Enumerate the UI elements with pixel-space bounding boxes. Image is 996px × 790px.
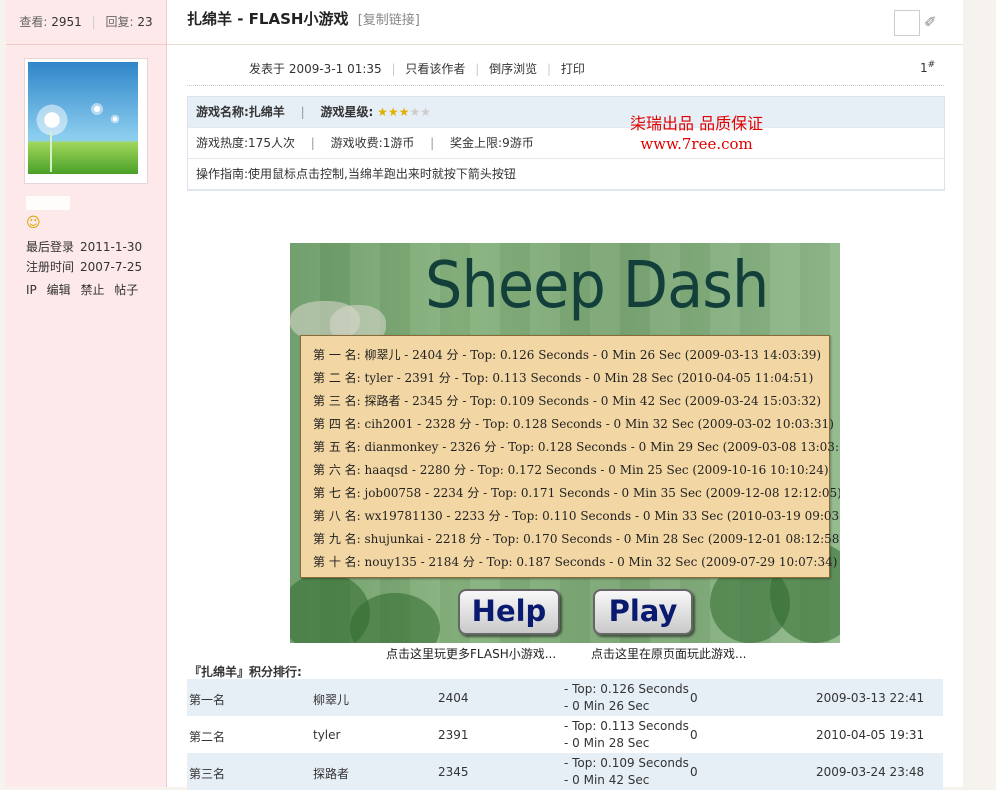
leaderboard: 第 一 名: 柳翠儿 - 2404 分 - Top: 0.126 Seconds… bbox=[300, 335, 840, 578]
divider bbox=[187, 85, 944, 86]
leaderboard-entry: 第 三 名: 探路者 - 2345 分 - Top: 0.109 Seconds… bbox=[313, 394, 822, 408]
divider bbox=[167, 44, 963, 45]
game-heat: 游戏热度:175人次 bbox=[196, 136, 295, 150]
ranking-table: 第一名 柳翠儿 2404 - Top: 0.126 Seconds - 0 Min… bbox=[187, 679, 943, 790]
subscribe-checkbox[interactable] bbox=[894, 10, 920, 36]
more-games-link[interactable]: 点击这里玩更多FLASH小游戏... bbox=[386, 645, 556, 662]
game-info-row: 游戏名称:扎绵羊 | 游戏星级: ★★★★★ bbox=[188, 97, 944, 128]
game-info-table: 游戏名称:扎绵羊 | 游戏星级: ★★★★★ 游戏热度:175人次 | 游戏收费… bbox=[187, 96, 945, 191]
leaderboard-entry: 第 二 名: tyler - 2391 分 - Top: 0.113 Secon… bbox=[313, 371, 814, 385]
rating-stars: ★★★★★ bbox=[377, 105, 431, 119]
table-row: 第一名 柳翠儿 2404 - Top: 0.126 Seconds - 0 Min… bbox=[187, 679, 943, 716]
leaderboard-entry: 第 七 名: job00758 - 2234 分 - Top: 0.171 Se… bbox=[313, 486, 840, 500]
reverse-order-link[interactable]: 倒序浏览 bbox=[489, 62, 537, 76]
star-icon: ★ bbox=[398, 105, 410, 119]
table-row: 第二名 tyler 2391 - Top: 0.113 Seconds - 0 M… bbox=[187, 716, 943, 753]
leaderboard-entry: 第 九 名: shujunkai - 2218 分 - Top: 0.170 S… bbox=[313, 532, 840, 546]
game-fee: 游戏收费:1游币 bbox=[330, 136, 415, 150]
flash-game[interactable]: Sheep Dash 第 一 名: 柳翠儿 - 2404 分 - Top: 0.… bbox=[290, 243, 840, 643]
user-sidebar: 查看: 2951 | 回复: 23 ☺ 最后登录 2011-1-30 注册时间 20… bbox=[6, 0, 167, 787]
replies-count: 23 bbox=[137, 15, 153, 29]
rank-place: 第一名 bbox=[189, 693, 226, 707]
post-time: 发表于 2009-3-1 01:35 bbox=[249, 62, 382, 76]
ban-link[interactable]: 禁止 bbox=[80, 283, 104, 297]
rank-date: 2009-03-13 22:41 bbox=[816, 691, 925, 705]
play-here-link[interactable]: 点击这里在原页面玩此游戏... bbox=[591, 645, 746, 662]
leaderboard-entry: 第 一 名: 柳翠儿 - 2404 分 - Top: 0.126 Seconds… bbox=[313, 348, 822, 362]
rank-name: tyler bbox=[313, 728, 341, 742]
username-blurred bbox=[26, 196, 70, 210]
ip-link[interactable]: IP bbox=[26, 283, 37, 297]
game-info-row: 游戏热度:175人次 | 游戏收费:1游币 | 奖金上限:9游币 bbox=[188, 128, 944, 159]
game-reward: 奖金上限:9游币 bbox=[450, 136, 534, 150]
smiley-icon: ☺ bbox=[26, 215, 41, 231]
avatar[interactable] bbox=[24, 58, 148, 184]
replies-label: 回复: bbox=[105, 15, 134, 29]
thread-stats: 查看: 2951 | 回复: 23 bbox=[6, 0, 166, 45]
rank-time: - Top: 0.126 Seconds - 0 Min 26 Sec bbox=[564, 682, 689, 713]
game-name: 游戏名称:扎绵羊 bbox=[196, 105, 285, 119]
rank-date: 2010-04-05 19:31 bbox=[816, 728, 925, 742]
table-row: 第三名 探路者 2345 - Top: 0.109 Seconds - 0 Min… bbox=[187, 753, 943, 790]
avatar-image bbox=[28, 62, 138, 174]
game-title: Sheep Dash bbox=[425, 249, 769, 323]
thread-title-text: 扎绵羊 - FLASH小游戏 bbox=[187, 10, 349, 28]
wrench-icon[interactable]: ✐ bbox=[924, 13, 937, 31]
post-meta: 发表于 2009-3-1 01:35 | 只看该作者 | 倒序浏览 | 打印 bbox=[249, 62, 585, 76]
rank-zero: 0 bbox=[690, 765, 698, 779]
rank-zero: 0 bbox=[690, 691, 698, 705]
rank-zero: 0 bbox=[690, 728, 698, 742]
star-icon: ★ bbox=[409, 105, 421, 119]
edit-link[interactable]: 编辑 bbox=[47, 283, 71, 297]
leaderboard-entry: 第 八 名: wx19781130 - 2233 分 - Top: 0.110 … bbox=[313, 509, 840, 523]
game-guide: 操作指南:使用鼠标点击控制,当绵羊跑出来时就按下箭头按钮 bbox=[188, 159, 944, 190]
leaderboard-entry: 第 五 名: dianmonkey - 2326 分 - Top: 0.128 … bbox=[313, 440, 840, 454]
only-author-link[interactable]: 只看该作者 bbox=[405, 62, 465, 76]
rank-place: 第三名 bbox=[189, 767, 226, 781]
ranking-title: 『扎绵羊』积分排行: bbox=[189, 665, 302, 679]
rank-score: 2391 bbox=[438, 728, 469, 742]
play-button[interactable]: Play bbox=[593, 589, 693, 635]
page-margin bbox=[963, 0, 996, 787]
rank-place: 第二名 bbox=[189, 730, 226, 744]
last-login: 最后登录 2011-1-30 bbox=[26, 240, 143, 254]
rank-name: 柳翠儿 bbox=[313, 693, 350, 707]
rank-time: - Top: 0.113 Seconds - 0 Min 28 Sec bbox=[564, 719, 689, 750]
star-icon: ★ bbox=[387, 105, 399, 119]
rank-date: 2009-03-24 23:48 bbox=[816, 765, 925, 779]
floor-number[interactable]: 1# bbox=[920, 60, 935, 75]
rank-time: - Top: 0.109 Seconds - 0 Min 42 Sec bbox=[564, 756, 689, 787]
game-rating-label: 游戏星级: bbox=[320, 105, 374, 119]
help-button[interactable]: Help bbox=[458, 589, 560, 635]
print-link[interactable]: 打印 bbox=[561, 62, 585, 76]
rank-name: 探路者 bbox=[313, 767, 350, 781]
rank-score: 2404 bbox=[438, 691, 469, 705]
promo-watermark: 柒瑞出品 品质保证 www.7ree.com bbox=[630, 114, 764, 153]
star-icon: ★ bbox=[377, 105, 388, 119]
leaderboard-entry: 第 六 名: haaqsd - 2280 分 - Top: 0.172 Seco… bbox=[313, 463, 829, 477]
leaderboard-entry: 第 四 名: cih2001 - 2328 分 - Top: 0.128 Sec… bbox=[313, 417, 834, 431]
views-count: 2951 bbox=[51, 15, 82, 29]
thread-title: 扎绵羊 - FLASH小游戏 [复制链接] bbox=[187, 8, 420, 29]
star-icon: ★ bbox=[420, 105, 431, 119]
copy-link[interactable]: [复制链接] bbox=[358, 13, 420, 28]
register-date: 注册时间 2007-7-25 bbox=[26, 260, 143, 274]
posts-link[interactable]: 帖子 bbox=[114, 283, 138, 297]
user-actions: IP 编辑 禁止 帖子 bbox=[26, 281, 144, 298]
leaderboard-entry: 第 十 名: nouy135 - 2184 分 - Top: 0.187 Sec… bbox=[313, 555, 838, 569]
rank-score: 2345 bbox=[438, 765, 469, 779]
views-label: 查看: bbox=[19, 15, 48, 29]
